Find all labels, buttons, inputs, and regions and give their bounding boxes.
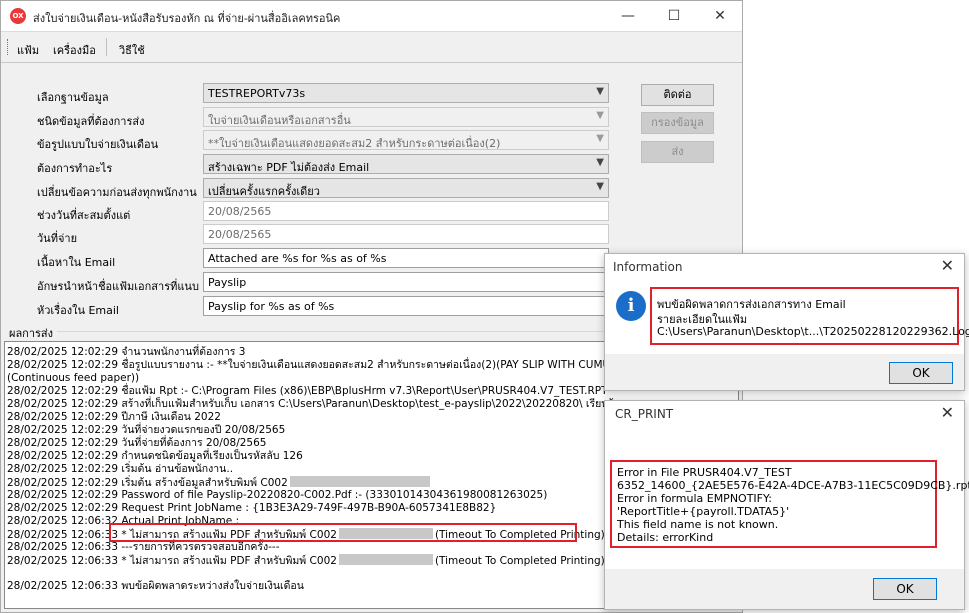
dialog-title: CR_PRINT: [615, 407, 674, 421]
minimize-button[interactable]: —: [605, 1, 651, 31]
log-line: 28/02/2025 12:02:29 ชื่อแฟ้ม Rpt :- C:\P…: [7, 385, 608, 397]
menu-bar: แฟ้ม เครื่องมือ วิธีใช้: [1, 31, 742, 63]
cr-message-line: Details: errorKind: [617, 531, 714, 544]
close-icon[interactable]: ✕: [941, 403, 954, 422]
log-text: 28/02/2025 12:02:29 เริ่มต้น สร้างข้อมูล…: [7, 477, 288, 489]
close-icon[interactable]: ✕: [941, 256, 954, 275]
dialog-footer: OK: [605, 569, 964, 609]
log-line: 28/02/2025 12:02:29 วันที่จ่ายที่ต้องการ…: [7, 437, 267, 449]
toolbar-grip[interactable]: [7, 39, 10, 55]
log-line: 28/02/2025 12:02:29 กำหนดชนิดข้อมูลที่เร…: [7, 450, 303, 462]
cr-message-line: Error in formula EMPNOTIFY:: [617, 492, 772, 505]
email-subject-label: หัวเรื่องใน Email: [37, 304, 119, 317]
ok-button[interactable]: OK: [889, 362, 953, 384]
change-message-value: เปลี่ยนครั้งแรกครั้งเดียว: [208, 185, 320, 198]
cr-message-line: 6352_14600_{2AE5E576-E42A-4DCE-A7B3-11EC…: [617, 479, 969, 492]
menu-howto[interactable]: วิธีใช้: [119, 41, 145, 59]
log-line: 28/02/2025 12:06:33 ---รายการที่ควรตรวจส…: [7, 541, 280, 553]
maximize-button[interactable]: ☐: [651, 1, 697, 31]
log-line: 28/02/2025 12:02:29 Request Print JobNam…: [7, 502, 497, 514]
ok-button[interactable]: OK: [873, 578, 937, 600]
database-label: เลือกฐานข้อมูล: [37, 91, 109, 104]
app-icon: OX: [10, 8, 26, 24]
log-line: 28/02/2025 12:02:29 Password of file Pay…: [7, 489, 548, 501]
menu-separator: [106, 38, 107, 56]
change-message-label: เปลี่ยนข้อความก่อนส่งทุกพนักงาน: [37, 186, 197, 199]
chevron-down-icon: ▼: [596, 181, 604, 192]
log-text: 28/02/2025 12:06:33 * ไม่สามารถ สร้างแฟ้…: [7, 555, 337, 567]
cr-message-line: 'ReportTitle+{payroll.TDATA5}': [617, 505, 790, 518]
window-title: ส่งใบจ่ายเงินเดือน-หนังสือรับรองหัก ณ ที…: [33, 12, 341, 25]
cr-message-line: This field name is not known.: [617, 518, 779, 531]
chevron-down-icon: ▼: [596, 110, 604, 121]
payslip-format-select[interactable]: **ใบจ่ายเงินเดือนแสดงยอดสะสม2 สำหรับกระด…: [203, 130, 609, 150]
chevron-down-icon: ▼: [596, 86, 604, 97]
action-value: สร้างเฉพาะ PDF ไม่ต้องส่ง Email: [208, 161, 370, 174]
dialog-footer: OK: [605, 354, 964, 390]
close-button[interactable]: ✕: [697, 1, 743, 31]
log-line: 28/02/2025 12:02:29 ชื่อรูปแบบรายงาน :- …: [7, 359, 617, 371]
change-message-select[interactable]: เปลี่ยนครั้งแรกครั้งเดียว ▼: [203, 178, 609, 198]
email-body-field[interactable]: Attached are %s for %s as of %s: [203, 248, 609, 268]
action-label: ต้องการทำอะไร: [37, 162, 113, 175]
timeout-text: (Timeout To Completed Printing): [434, 555, 605, 567]
info-icon: i: [616, 291, 646, 321]
dialog-title: Information: [613, 260, 683, 274]
log-line: 28/02/2025 12:06:33 พบข้อผิดพลาดระหว่างส…: [7, 580, 304, 592]
results-label: ผลการส่ง: [9, 327, 54, 340]
accum-date-label: ช่วงวันที่สะสมตั้งแต่: [37, 209, 131, 222]
data-type-value: ใบจ่ายเงินเดือนหรือเอกสารอื่น: [208, 114, 351, 127]
pay-date-field[interactable]: 20/08/2565: [203, 224, 609, 244]
email-body-label: เนื้อหาใน Email: [37, 256, 116, 269]
log-line-with-redaction: 28/02/2025 12:02:29 เริ่มต้น สร้างข้อมูล…: [7, 476, 432, 489]
data-type-select[interactable]: ใบจ่ายเงินเดือนหรือเอกสารอื่น ▼: [203, 107, 609, 127]
cr-message-line: Error in File PRUSR404.V7_TEST: [617, 466, 792, 479]
log-line: 28/02/2025 12:02:29 เริ่มต้น อ่านข้อพนัก…: [7, 463, 234, 475]
send-button[interactable]: ส่ง: [641, 141, 714, 163]
menu-tools[interactable]: เครื่องมือ: [53, 41, 96, 59]
error-highlight-frame: [109, 523, 577, 542]
log-line: 28/02/2025 12:02:29 สร้างที่เก็บแฟ้มสำหร…: [7, 398, 627, 410]
menu-file[interactable]: แฟ้ม: [17, 41, 39, 59]
log-line: 28/02/2025 12:02:29 วันที่จ่ายงวดแรกของป…: [7, 424, 286, 436]
filter-button[interactable]: กรองข้อมูล: [641, 112, 714, 134]
redacted-block: [338, 554, 433, 565]
pay-date-label: วันที่จ่าย: [37, 232, 78, 245]
log-line: (Continuous feed paper)): [7, 372, 140, 384]
payslip-format-label: ข้อรูปแบบใบจ่ายเงินเดือน: [37, 138, 159, 151]
connect-button[interactable]: ติดต่อ: [641, 84, 714, 106]
log-line: 28/02/2025 12:02:29 ปีภาษี เงินเดือน 202…: [7, 411, 221, 423]
info-message-line: C:\Users\Paranun\Desktop\t...\T202502281…: [657, 325, 969, 338]
data-type-label: ชนิดข้อมูลที่ต้องการส่ง: [37, 115, 145, 128]
chevron-down-icon: ▼: [596, 157, 604, 168]
title-bar: OX ส่งใบจ่ายเงินเดือน-หนังสือรับรองหัก ณ…: [1, 1, 742, 31]
database-select[interactable]: TESTREPORTv73s ▼: [203, 83, 609, 103]
file-prefix-label: อักษรนำหน้าชื่อแฟ้มเอกสารที่แนบ: [37, 280, 199, 293]
database-value: TESTREPORTv73s: [208, 87, 306, 100]
payslip-format-value: **ใบจ่ายเงินเดือนแสดงยอดสะสม2 สำหรับกระด…: [208, 137, 501, 150]
redacted-block: [289, 476, 430, 487]
email-subject-field[interactable]: Payslip for %s as of %s: [203, 296, 609, 316]
log-line-error: 28/02/2025 12:06:33 * ไม่สามารถ สร้างแฟ้…: [7, 554, 605, 567]
chevron-down-icon: ▼: [596, 133, 604, 144]
action-select[interactable]: สร้างเฉพาะ PDF ไม่ต้องส่ง Email ▼: [203, 154, 609, 174]
log-line: 28/02/2025 12:02:29 จำนวนพนักงานที่ต้องก…: [7, 346, 246, 358]
accum-date-field[interactable]: 20/08/2565: [203, 201, 609, 221]
file-prefix-field[interactable]: Payslip: [203, 272, 609, 292]
